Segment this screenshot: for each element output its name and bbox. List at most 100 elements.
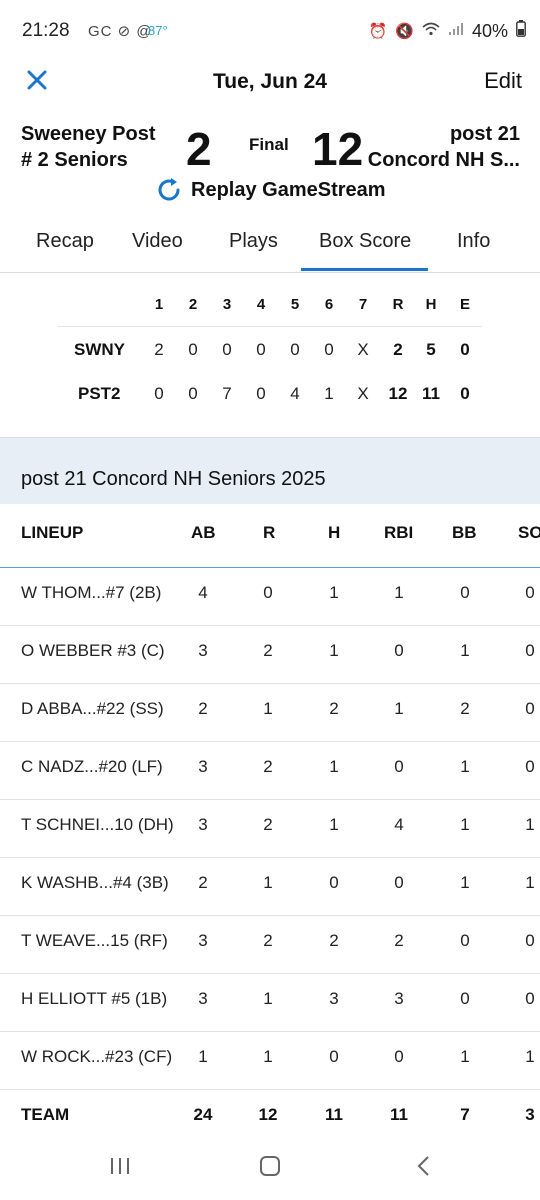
col-so[interactable]: SO <box>518 523 540 543</box>
linescore-inning: 0 <box>256 384 266 403</box>
linescore-errors: 0 <box>460 340 470 359</box>
stat-bb: 0 <box>460 931 470 950</box>
linescore-header: 7 <box>358 296 368 313</box>
linescore-hits: 5 <box>426 340 436 359</box>
col-ab[interactable]: AB <box>191 523 216 543</box>
col-bb[interactable]: BB <box>452 523 477 543</box>
linescore-inning: 2 <box>154 340 164 359</box>
col-r[interactable]: R <box>263 523 275 543</box>
tab-info[interactable]: Info <box>457 230 490 253</box>
player-name: D ABBA...#22 (SS) <box>21 699 164 718</box>
stat-so: 1 <box>525 815 535 834</box>
stat-rbi: 0 <box>394 873 404 892</box>
status-temperature: 87° <box>148 23 168 38</box>
linescore-divider <box>58 326 482 327</box>
linescore-inning: 4 <box>290 384 300 403</box>
wifi-icon <box>422 22 440 40</box>
stat-so: 0 <box>525 989 535 1008</box>
stat-rbi: 0 <box>394 1047 404 1066</box>
stat-r: 2 <box>263 757 273 776</box>
replay-gamestream-button[interactable]: Replay GameStream <box>154 175 386 205</box>
back-icon[interactable] <box>412 1154 436 1183</box>
team-total-label: TEAM <box>21 1105 70 1124</box>
linescore-header: 5 <box>290 296 300 313</box>
stat-r: 2 <box>263 931 273 950</box>
stat-ab: 1 <box>198 1047 208 1066</box>
stat-r: 1 <box>263 873 273 892</box>
stat-ab: 4 <box>198 583 208 602</box>
away-team-line1: post 21 <box>449 123 520 145</box>
stat-r: 1 <box>263 699 273 718</box>
table-row[interactable]: T SCHNEI...10 (DH) 3 2 1 4 1 1 <box>0 799 540 858</box>
stat-h: 1 <box>329 641 339 660</box>
page-title: Tue, Jun 24 <box>213 70 327 93</box>
player-name: H ELLIOTT #5 (1B) <box>21 989 168 1008</box>
stat-rbi: 3 <box>394 989 404 1008</box>
linescore-inning: 0 <box>222 340 232 359</box>
table-row[interactable]: W THOM...#7 (2B) 4 0 1 1 0 0 <box>0 567 540 626</box>
edit-button[interactable]: Edit <box>484 68 522 94</box>
stat-so: 0 <box>525 699 535 718</box>
stat-h: 2 <box>329 931 339 950</box>
linescore-inning: X <box>357 384 369 403</box>
tab-recap[interactable]: Recap <box>36 230 94 253</box>
linescore-inning: 0 <box>154 384 164 403</box>
stat-ab: 3 <box>198 989 208 1008</box>
linescore-header-hits: H <box>425 296 437 313</box>
linescore-inning: 7 <box>222 384 232 403</box>
table-row[interactable]: H ELLIOTT #5 (1B) 3 1 3 3 0 0 <box>0 973 540 1032</box>
col-h[interactable]: H <box>328 523 340 543</box>
col-rbi[interactable]: RBI <box>384 523 413 543</box>
player-name: C NADZ...#20 (LF) <box>21 757 163 776</box>
table-row[interactable]: C NADZ...#20 (LF) 3 2 1 0 1 0 <box>0 741 540 800</box>
linescore-header: 4 <box>256 296 266 313</box>
stat-bb: 0 <box>460 583 470 602</box>
player-name: K WASHB...#4 (3B) <box>21 873 169 892</box>
stat-bb: 1 <box>460 1047 470 1066</box>
linescore-header: 3 <box>222 296 232 313</box>
table-row[interactable]: W ROCK...#23 (CF) 1 1 0 0 1 1 <box>0 1031 540 1090</box>
stat-ab: 3 <box>198 757 208 776</box>
away-team-name[interactable]: post 21 Concord NH S... <box>350 121 520 173</box>
tab-video[interactable]: Video <box>132 230 183 253</box>
stat-h: 11 <box>325 1105 343 1124</box>
stat-bb: 2 <box>460 699 470 718</box>
tab-box-score[interactable]: Box Score <box>319 230 411 253</box>
stat-h: 1 <box>329 757 339 776</box>
linescore-inning: 1 <box>324 384 334 403</box>
stat-rbi: 2 <box>394 931 404 950</box>
battery-icon <box>516 20 526 42</box>
table-row[interactable]: O WEBBER #3 (C) 3 2 1 0 1 0 <box>0 625 540 684</box>
stat-so: 0 <box>525 931 535 950</box>
table-row[interactable]: D ABBA...#22 (SS) 2 1 2 1 2 0 <box>0 683 540 742</box>
linescore-header: 1 <box>154 296 164 313</box>
stat-bb: 1 <box>460 641 470 660</box>
team-total-row: TEAM 24 12 11 11 7 3 <box>0 1089 540 1147</box>
table-row[interactable]: K WASHB...#4 (3B) 2 1 0 0 1 1 <box>0 857 540 916</box>
stat-bb: 7 <box>460 1105 470 1124</box>
stat-h: 3 <box>329 989 339 1008</box>
stat-r: 2 <box>263 815 273 834</box>
stat-h: 1 <box>329 583 339 602</box>
stat-bb: 1 <box>460 757 470 776</box>
stat-rbi: 1 <box>394 699 404 718</box>
linescore-header: 2 <box>188 296 198 313</box>
tab-plays[interactable]: Plays <box>229 230 278 253</box>
home-team-line2: # 2 Seniors <box>21 149 128 171</box>
recents-icon[interactable] <box>108 1154 132 1183</box>
linescore-inning: X <box>357 340 369 359</box>
linescore-errors: 0 <box>460 384 470 403</box>
player-name: T WEAVE...15 (RF) <box>21 931 168 950</box>
tab-bar: Recap Video Plays Box Score Info <box>0 218 540 273</box>
stat-ab: 3 <box>198 815 208 834</box>
stat-ab: 2 <box>198 699 208 718</box>
linescore-header-errors: E <box>459 296 470 313</box>
home-team-name[interactable]: Sweeney Post # 2 Seniors <box>21 121 191 173</box>
stat-h: 1 <box>329 815 339 834</box>
status-right: ⏰ 🔇 40% <box>369 20 526 42</box>
home-icon[interactable] <box>258 1154 282 1183</box>
player-name: W THOM...#7 (2B) <box>21 583 162 602</box>
stat-r: 1 <box>263 989 273 1008</box>
player-name: O WEBBER #3 (C) <box>21 641 165 660</box>
table-row[interactable]: T WEAVE...15 (RF) 3 2 2 2 0 0 <box>0 915 540 974</box>
